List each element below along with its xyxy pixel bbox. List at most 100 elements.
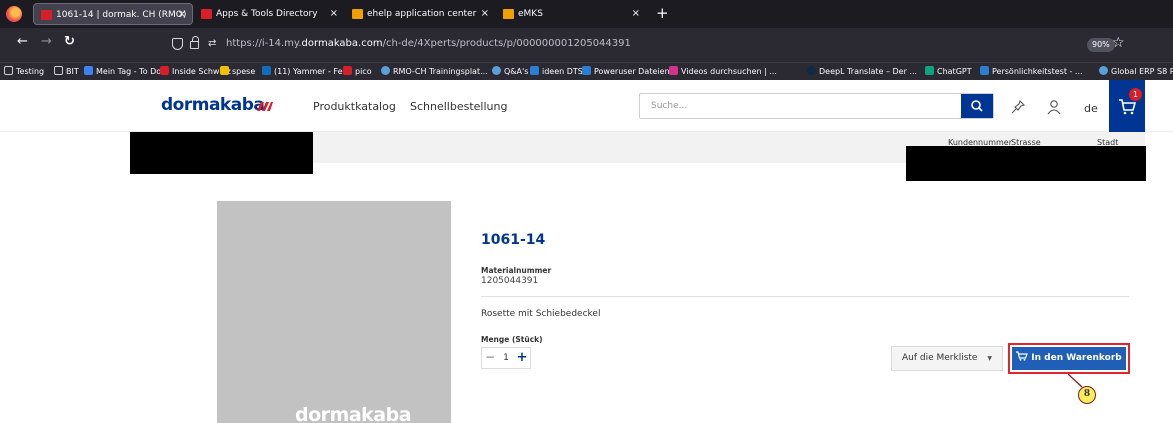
bookmark-pico[interactable]: pico <box>343 66 372 77</box>
bookmark-mein-tag[interactable]: Mein Tag - To Do <box>84 66 161 77</box>
browser-nav-bar: ← → ↻ ⇄ https://i-14.my.dormakaba.com/ch… <box>0 28 1173 62</box>
bookmark-rmo-training[interactable]: RMO-CH Trainingsplat... <box>381 66 488 77</box>
bookmark-persoenlichkeitstest[interactable]: Persönlichkeitstest - ... <box>980 66 1083 77</box>
bookmark-star-icon[interactable]: ☆ <box>1112 35 1125 51</box>
permissions-icon[interactable]: ⇄ <box>208 38 216 49</box>
zoom-level-badge[interactable]: 90% <box>1087 38 1115 52</box>
material-number-value: 1205044391 <box>481 276 539 286</box>
wishlist-dropdown-button[interactable]: Auf die Merkliste ▼ <box>891 346 1003 371</box>
bookmark-global-erp[interactable]: Global ERP S8 Ro <box>1099 66 1173 77</box>
stream-icon <box>669 66 678 75</box>
bookmark-chatgpt[interactable]: ChatGPT <box>925 66 972 77</box>
bookmarks-bar: Testing BIT Mein Tag - To Do Inside Schw… <box>0 62 1173 80</box>
quantity-input[interactable]: 1 <box>498 348 514 368</box>
bookmark-qa[interactable]: Q&A's <box>492 66 528 77</box>
dormakaba-favicon-icon <box>160 66 169 75</box>
product-description: Rosette mit Schiebedeckel <box>481 309 601 319</box>
sharepoint-icon <box>1099 66 1108 75</box>
add-to-cart-highlight: In den Warenkorb <box>1008 343 1130 374</box>
bookmark-deepl[interactable]: DeepL Translate – Der ... <box>807 66 917 77</box>
redacted-customer-details <box>906 146 1146 181</box>
ehelp-favicon-icon <box>352 9 363 19</box>
dormakaba-logo-mark-icon <box>257 102 273 111</box>
product-title: 1061-14 <box>481 232 546 248</box>
sharepoint-icon <box>492 66 501 75</box>
product-image[interactable] <box>217 201 451 423</box>
screenshot-root: 1061-14 | dormak. CH (RMO) × Apps & Tool… <box>0 0 1173 423</box>
bookmark-spese[interactable]: spese <box>220 66 255 77</box>
cart-count-badge: 1 <box>1129 88 1142 101</box>
search-box <box>639 93 994 119</box>
tab-close-icon[interactable]: × <box>481 3 489 25</box>
planner-icon <box>530 66 539 75</box>
emks-favicon-icon <box>503 9 514 19</box>
deepl-icon <box>807 66 816 75</box>
dormakaba-favicon-icon <box>343 66 352 75</box>
bookmark-videos[interactable]: Videos durchsuchen | ... <box>669 66 777 77</box>
spese-icon <box>220 66 229 75</box>
dormakaba-logo[interactable]: dormakaba <box>161 95 265 115</box>
sharepoint-icon <box>381 66 390 75</box>
back-arrow-icon[interactable]: ← <box>17 34 28 50</box>
new-tab-button[interactable]: + <box>656 4 669 22</box>
tab-label: ehelp application center <box>367 9 477 19</box>
dormakaba-favicon-icon <box>201 9 212 19</box>
tracking-shield-icon[interactable] <box>172 38 183 50</box>
dormakaba-favicon-icon <box>41 10 52 20</box>
folder-icon <box>54 66 63 75</box>
quantity-decrease-button[interactable]: − <box>482 348 498 368</box>
pin-icon[interactable] <box>1010 99 1026 115</box>
step-number-badge: 8 <box>1078 386 1096 404</box>
quantity-stepper: − 1 + <box>481 347 531 369</box>
yammer-icon <box>262 66 271 75</box>
folder-icon <box>4 66 13 75</box>
tab-close-icon[interactable]: × <box>178 4 186 26</box>
chatgpt-icon <box>925 66 934 75</box>
material-number-label: Materialnummer <box>481 266 552 275</box>
user-icon[interactable] <box>1046 99 1062 115</box>
tab-emks[interactable]: eMKS × <box>496 3 646 25</box>
bookmark-ideen-dts[interactable]: ideen DTS <box>530 66 583 77</box>
nav-schnellbestellung[interactable]: Schnellbestellung <box>410 100 507 113</box>
firefox-icon[interactable] <box>6 6 22 22</box>
search-input[interactable] <box>640 94 960 118</box>
search-button[interactable] <box>961 94 993 118</box>
bookmark-folder-bit[interactable]: BIT <box>54 66 79 77</box>
language-selector[interactable]: de <box>1084 102 1098 115</box>
cart-icon <box>1016 351 1029 361</box>
add-to-cart-label: In den Warenkorb <box>1031 353 1122 363</box>
x-icon <box>582 66 591 75</box>
chevron-down-icon: ▼ <box>987 355 992 362</box>
address-bar[interactable]: ⇄ https://i-14.my.dormakaba.com/ch-de/4X… <box>160 32 1160 58</box>
bookmark-poweruser[interactable]: Poweruser Dateien <box>582 66 670 77</box>
bookmark-folder-testing[interactable]: Testing <box>4 66 44 77</box>
divider <box>481 296 1129 297</box>
tab-apps-tools[interactable]: Apps & Tools Directory × <box>194 3 344 25</box>
tab-label: eMKS <box>518 9 543 19</box>
quantity-label: Menge (Stück) <box>481 335 543 344</box>
tab-close-icon[interactable]: × <box>330 3 338 25</box>
tab-close-icon[interactable]: × <box>632 3 640 25</box>
header-cart-button[interactable] <box>1109 80 1145 132</box>
add-to-cart-button[interactable]: In den Warenkorb <box>1012 347 1126 370</box>
test-icon <box>980 66 989 75</box>
product-image-logo: dormakaba <box>295 404 412 423</box>
tab-dormakaba[interactable]: 1061-14 | dormak. CH (RMO) × <box>33 3 193 25</box>
tab-label: 1061-14 | dormak. CH (RMO) <box>56 10 187 20</box>
site-header: dormakaba Produktkatalog Schnellbestellu… <box>0 80 1173 132</box>
tab-ehelp[interactable]: ehelp application center × <box>345 3 495 25</box>
quantity-increase-button[interactable]: + <box>514 348 530 368</box>
lock-icon[interactable] <box>190 36 199 49</box>
url-text[interactable]: https://i-14.my.dormakaba.com/ch-de/4Xpe… <box>226 38 631 49</box>
wishlist-label: Auf die Merkliste <box>902 353 978 363</box>
forward-arrow-icon[interactable]: → <box>41 34 52 50</box>
bookmark-yammer[interactable]: (11) Yammer - Feed <box>262 66 353 77</box>
nav-produktkatalog[interactable]: Produktkatalog <box>313 100 396 113</box>
reload-icon[interactable]: ↻ <box>64 34 75 50</box>
tab-label: Apps & Tools Directory <box>216 9 318 19</box>
cart-icon <box>1119 99 1137 115</box>
search-icon <box>971 100 983 112</box>
redacted-customer-name <box>130 132 313 174</box>
todo-check-icon <box>84 66 93 75</box>
browser-tab-bar: 1061-14 | dormak. CH (RMO) × Apps & Tool… <box>0 0 1173 28</box>
